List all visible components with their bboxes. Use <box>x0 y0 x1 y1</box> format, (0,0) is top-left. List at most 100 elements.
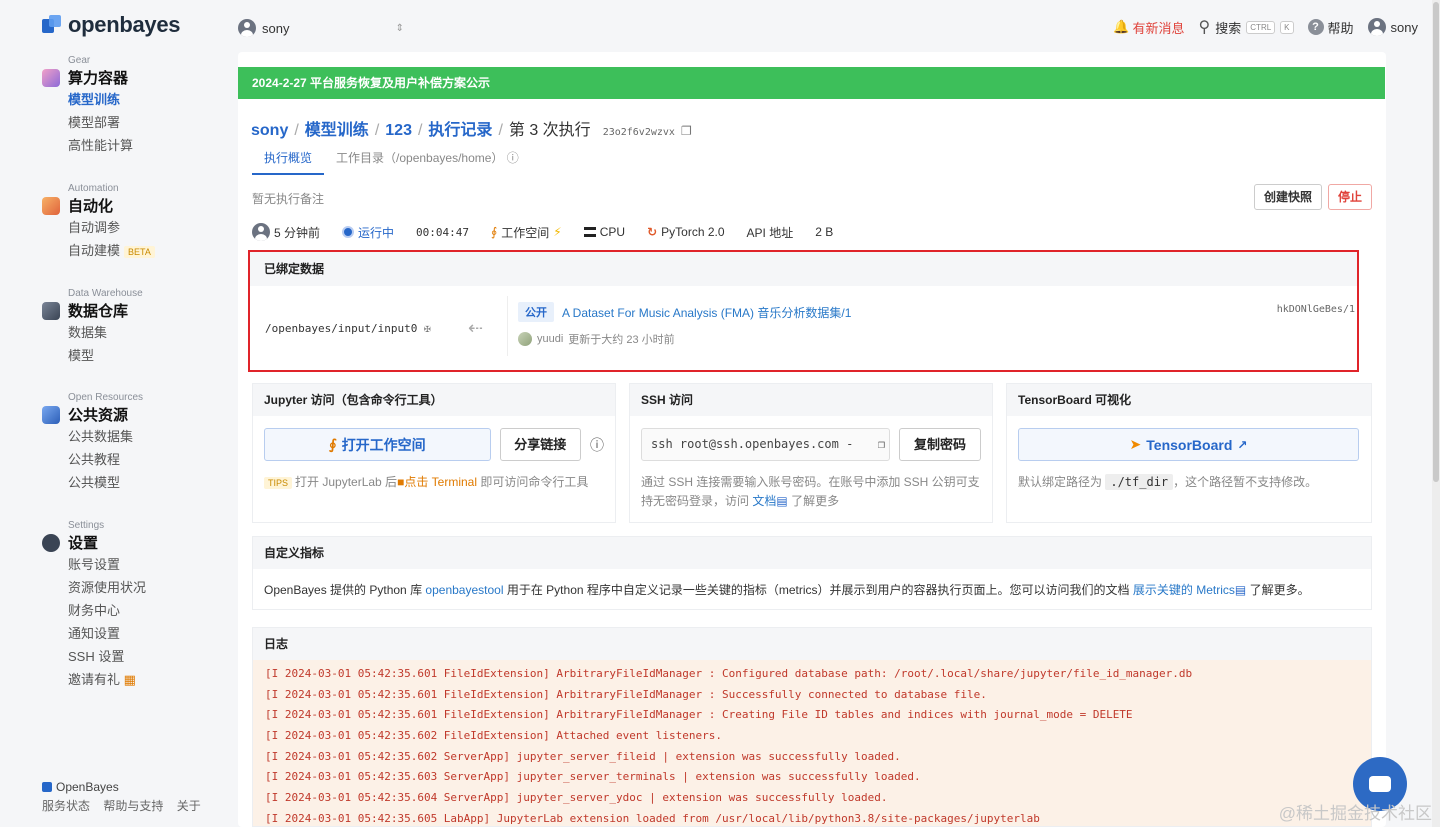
sidebar-item-public-datasets[interactable]: 公共数据集 <box>68 425 143 448</box>
sidebar-item-ssh[interactable]: SSH 设置 <box>68 645 146 668</box>
status-running: 运行中 <box>342 224 394 241</box>
metrics-docs-link[interactable]: 展示关键的 Metrics <box>1133 583 1235 597</box>
chevron-updown-icon: ⇕ <box>395 22 404 34</box>
user-avatar-icon <box>252 223 270 241</box>
breadcrumb-records[interactable]: 执行记录 <box>428 116 492 140</box>
breadcrumb-training[interactable]: 模型训练 <box>305 116 369 140</box>
unpin-icon[interactable]: ✠ <box>424 322 431 335</box>
breadcrumb-separator: / <box>294 122 299 139</box>
user-menu[interactable]: sony <box>1367 18 1418 36</box>
share-link-button[interactable]: 分享链接 <box>499 428 581 461</box>
footer-link-help[interactable]: 帮助与支持 <box>103 799 163 813</box>
breadcrumb-user[interactable]: sony <box>251 122 288 140</box>
sidebar-item-autotune[interactable]: 自动调参 <box>68 216 155 239</box>
sidebar-item-usage[interactable]: 资源使用状况 <box>68 576 146 599</box>
sidebar-item-public-models[interactable]: 公共模型 <box>68 471 143 494</box>
sidebar-item-models[interactable]: 模型 <box>68 344 143 367</box>
gear-container-icon <box>42 68 60 87</box>
sidebar-item-hpc[interactable]: 高性能计算 <box>68 134 133 157</box>
status-framework: ↻ PyTorch 2.0 <box>647 225 724 239</box>
status-workspace[interactable]: ∮ 工作空间 ⚡ <box>491 224 562 241</box>
notification-button[interactable]: 🔔 有新消息 <box>1113 18 1184 37</box>
sidebar-item-model-deploy[interactable]: 模型部署 <box>68 111 133 134</box>
nav-category: Open Resources <box>68 392 144 403</box>
breadcrumb-project[interactable]: 123 <box>385 122 412 140</box>
nav-heading-label: 设置 <box>68 535 99 552</box>
nav-heading[interactable]: 设置 <box>42 532 146 553</box>
openbayestool-link[interactable]: openbayestool <box>425 583 503 597</box>
sidebar-item-notification[interactable]: 通知设置 <box>68 622 146 645</box>
open-workspace-button[interactable]: ∮ 打开工作空间 <box>264 428 491 461</box>
ssh-command-field[interactable]: ssh root@ssh.openbayes.com - ❐ <box>641 428 890 461</box>
announcement-banner[interactable]: 2024-2-27 平台服务恢复及用户补偿方案公示 <box>238 67 1385 99</box>
doc-icon: ▤ <box>1234 583 1247 597</box>
nav-group-open-resources: Open Resources 公共资源 公共数据集 公共教程 公共模型 <box>42 392 143 494</box>
running-dot-icon <box>342 226 355 238</box>
status-workspace-text: 工作空间 <box>501 225 550 240</box>
terminal-link[interactable]: ■点击 Terminal <box>397 475 477 489</box>
status-framework-text: PyTorch 2.0 <box>661 225 725 239</box>
log-line: [I 2024-03-01 05:42:35.603 ServerApp] ju… <box>265 770 921 784</box>
user-name: sony <box>1390 19 1418 35</box>
open-workspace-label: 打开工作空间 <box>341 436 426 453</box>
tensorboard-card: TensorBoard 可视化 ➤ TensorBoard ↗ 默认绑定路径为 ./… <box>1006 383 1372 523</box>
create-snapshot-button[interactable]: 创建快照 <box>1253 184 1322 210</box>
nav-heading[interactable]: 算力容器 <box>42 67 133 88</box>
nav-heading[interactable]: 自动化 <box>42 195 155 216</box>
dataset-owner[interactable]: yuudi <box>537 333 563 345</box>
status-bar: 5 分钟前 运行中 00:04:47 ∮ 工作空间 ⚡ CPU ↻ PyTorch 2… <box>252 223 833 241</box>
page-scrollbar[interactable] <box>1432 0 1440 827</box>
metrics-title: 自定义指标 <box>253 537 1371 569</box>
search-button[interactable]: ⚲ 搜索 CTRL K <box>1199 17 1294 37</box>
status-api[interactable]: API 地址 <box>747 224 794 241</box>
log-output[interactable]: [I 2024-03-01 05:42:35.601 FileIdExtensi… <box>253 660 1371 826</box>
sidebar-item-finance[interactable]: 财务中心 <box>68 599 146 622</box>
search-label: 搜索 <box>1215 20 1242 36</box>
user-select[interactable]: sony ⇕ <box>238 17 404 39</box>
sidebar-item-model-training[interactable]: 模型训练 <box>68 88 133 111</box>
copy-icon[interactable]: ❐ <box>681 124 692 138</box>
copy-password-button[interactable]: 复制密码 <box>899 428 981 461</box>
info-icon[interactable]: ⓘ <box>590 435 604 455</box>
execution-hash: 23o2f6v2wzvx <box>602 127 675 138</box>
status-duration: 00:04:47 <box>416 225 470 239</box>
dataset-updated: 更新于大约 23 小时前 <box>568 334 675 346</box>
dataset-meta: yuudi 更新于大约 23 小时前 <box>518 331 1355 347</box>
dataset-version-id: hkDONlGeBes/1 <box>1276 304 1355 315</box>
gift-icon: ▦ <box>123 672 136 687</box>
sidebar-item-datasets[interactable]: 数据集 <box>68 321 143 344</box>
nav-category: Settings <box>68 520 105 531</box>
tensorboard-button[interactable]: ➤ TensorBoard ↗ <box>1018 428 1359 461</box>
breadcrumb-separator: / <box>417 122 423 139</box>
sidebar-item-public-tutorials[interactable]: 公共教程 <box>68 448 143 471</box>
arrow-left-icon: ⇠ <box>468 318 484 338</box>
owner-avatar <box>518 332 532 346</box>
sidebar-item-invite[interactable]: 邀请有礼 ▦ <box>68 668 146 691</box>
tips-badge: TIPS <box>264 477 293 489</box>
scrollbar-thumb[interactable] <box>1433 2 1439 482</box>
footer-link-about[interactable]: 关于 <box>177 799 201 813</box>
docs-link[interactable]: 文档 <box>752 494 776 508</box>
nav-heading-label: 数据仓库 <box>68 303 129 320</box>
copy-icon[interactable]: ❐ <box>877 429 885 460</box>
logo-text: openbayes <box>68 12 181 37</box>
nav-heading[interactable]: 数据仓库 <box>42 300 143 321</box>
jupyter-icon: ∮ <box>328 436 337 452</box>
footer-link-status[interactable]: 服务状态 <box>42 799 90 813</box>
dataset-link[interactable]: A Dataset For Music Analysis (FMA) 音乐分析数… <box>562 304 851 321</box>
logo[interactable]: openbayes <box>42 12 181 38</box>
tab-overview[interactable]: 执行概览 <box>252 149 325 175</box>
execution-note[interactable]: 暂无执行备注 <box>252 190 324 207</box>
kbd-k: K <box>1280 20 1294 34</box>
bell-icon: 🔔 <box>1113 19 1130 34</box>
sidebar-item-automodel[interactable]: 自动建模 BETA <box>68 239 155 262</box>
stop-button[interactable]: 停止 <box>1327 184 1372 210</box>
tensorboard-card-title: TensorBoard 可视化 <box>1007 384 1371 416</box>
mount-path-text: /openbayes/input/input0 <box>265 322 418 335</box>
nav-heading[interactable]: 公共资源 <box>42 404 143 425</box>
footer-brand: OpenBayes <box>42 780 211 794</box>
help-button[interactable]: ? 帮助 <box>1307 18 1354 37</box>
tab-workdir[interactable]: 工作目录（/openbayes/home） ⓘ <box>324 149 531 175</box>
ssh-card: SSH 访问 ssh root@ssh.openbayes.com - ❐ 复制密… <box>629 383 993 523</box>
sidebar-item-account[interactable]: 账号设置 <box>68 553 146 576</box>
